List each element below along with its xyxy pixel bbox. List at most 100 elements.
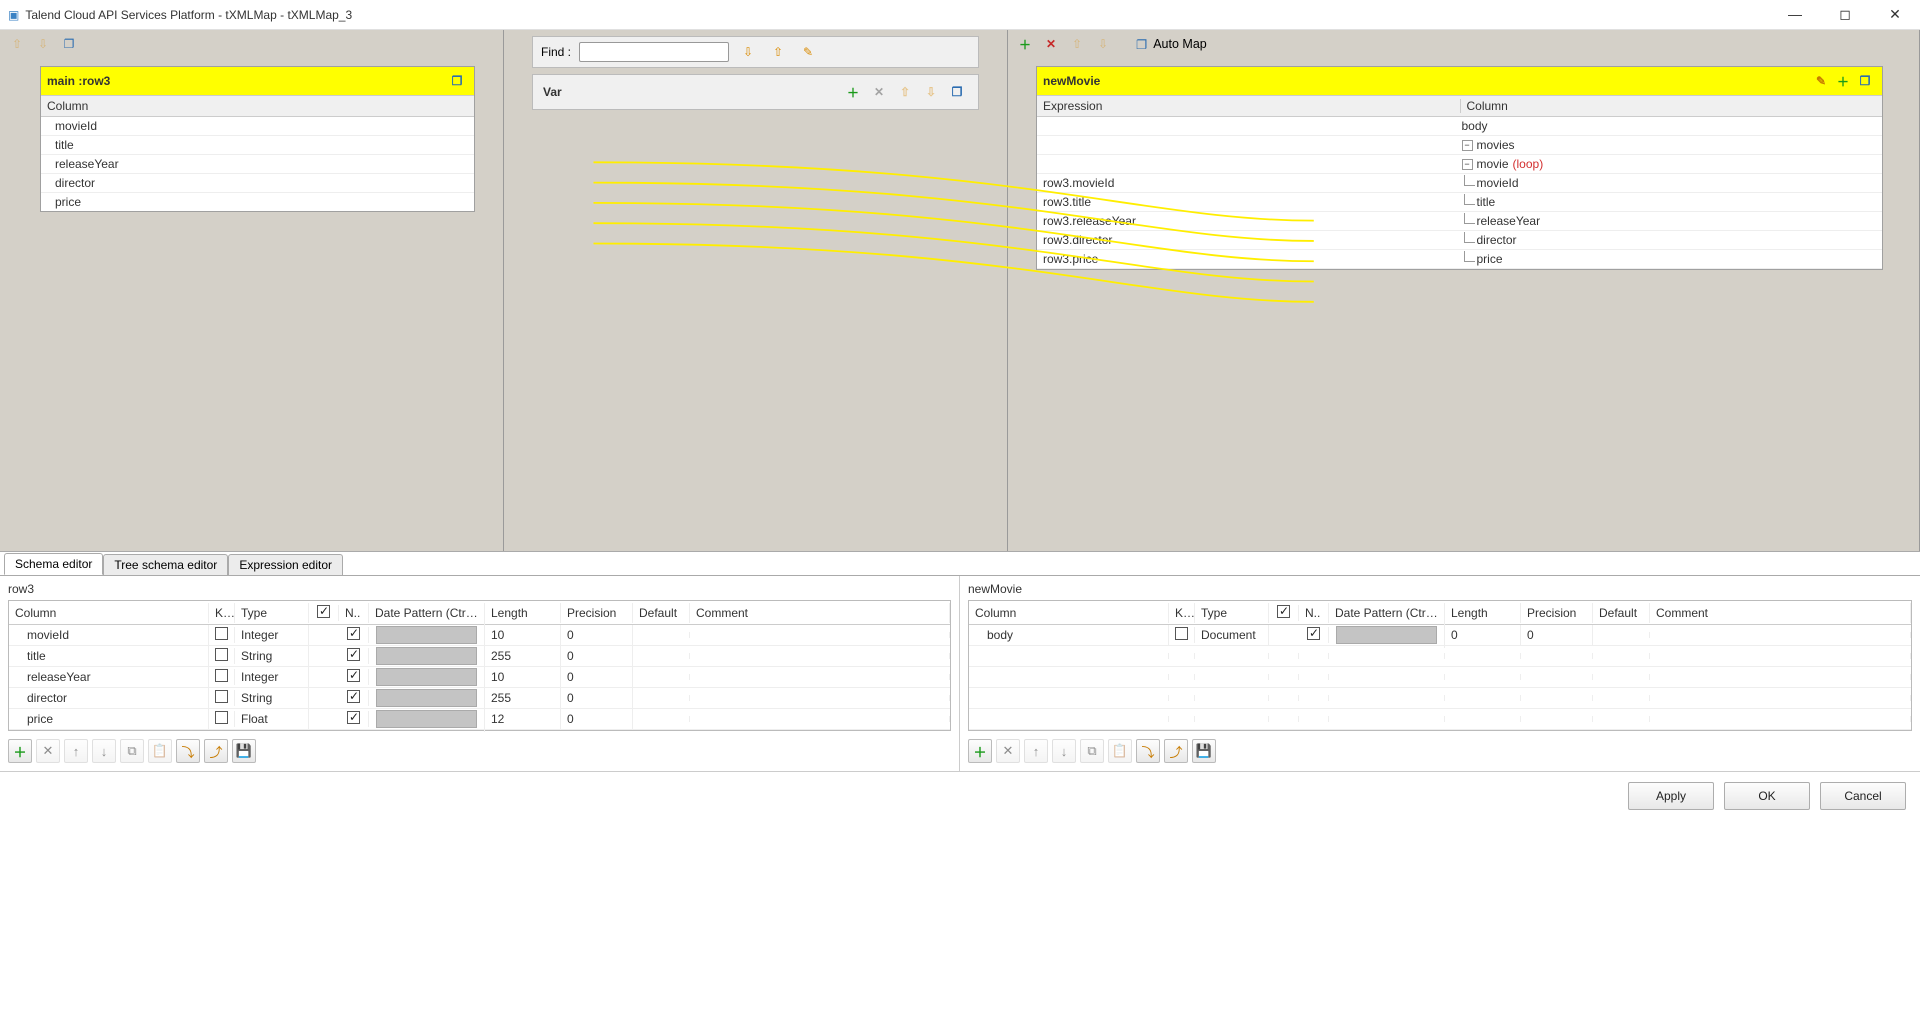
save-button[interactable]: 💾: [232, 739, 256, 763]
output-column[interactable]: movieId: [1460, 174, 1883, 192]
find-prev-icon[interactable]: ⇧: [767, 41, 789, 63]
export-button[interactable]: ⤴: [204, 739, 228, 763]
cell-type[interactable]: String: [235, 646, 309, 666]
col-header-comment[interactable]: Comment: [1650, 603, 1911, 623]
cell-length[interactable]: 10: [485, 667, 561, 687]
col-header-nullable[interactable]: N..: [1299, 603, 1329, 623]
save-button[interactable]: 💾: [1192, 739, 1216, 763]
col-header-type[interactable]: Type: [235, 603, 309, 623]
input-row[interactable]: director: [41, 174, 474, 193]
cell-default[interactable]: [633, 653, 690, 659]
col-header-default[interactable]: Default: [633, 603, 690, 623]
cell-n[interactable]: [339, 711, 369, 727]
cell-comment[interactable]: [690, 653, 950, 659]
restore-icon[interactable]: ❐: [946, 81, 968, 103]
move-down-button[interactable]: ↓: [1052, 739, 1076, 763]
arrow-down-icon[interactable]: ⇩: [920, 81, 942, 103]
cell-n[interactable]: [339, 690, 369, 706]
add-icon[interactable]: ＋: [842, 81, 864, 103]
cell-default[interactable]: [1593, 632, 1650, 638]
arrow-up-icon[interactable]: ⇧: [1066, 33, 1088, 55]
col-header-date[interactable]: Date Pattern (Ctrl+...: [369, 603, 485, 623]
output-expression[interactable]: [1037, 162, 1460, 166]
output-expression[interactable]: [1037, 124, 1460, 128]
cell-n[interactable]: [339, 669, 369, 685]
paste-button[interactable]: 📋: [1108, 739, 1132, 763]
wrench-icon[interactable]: ✎: [1810, 70, 1832, 92]
cell-column[interactable]: releaseYear: [9, 667, 209, 687]
cell-column[interactable]: body: [969, 625, 1169, 645]
col-header-type[interactable]: Type: [1195, 603, 1269, 623]
minimize-button[interactable]: —: [1778, 6, 1812, 23]
delete-button[interactable]: ✕: [996, 739, 1020, 763]
col-header-key[interactable]: K...: [209, 603, 235, 623]
cell-column[interactable]: director: [9, 688, 209, 708]
arrow-up-icon[interactable]: ⇧: [6, 33, 28, 55]
cell-precision[interactable]: 0: [1521, 625, 1593, 645]
restore-icon[interactable]: ❐: [446, 70, 468, 92]
cell-key[interactable]: [209, 690, 235, 706]
col-header-default[interactable]: Default: [1593, 603, 1650, 623]
cell-key[interactable]: [1169, 627, 1195, 643]
output-expression[interactable]: row3.price: [1037, 250, 1460, 268]
import-button[interactable]: ⤵: [176, 739, 200, 763]
move-up-button[interactable]: ↑: [1024, 739, 1048, 763]
highlight-icon[interactable]: ✎: [797, 41, 819, 63]
col-header-precision[interactable]: Precision: [561, 603, 633, 623]
move-up-button[interactable]: ↑: [64, 739, 88, 763]
output-row[interactable]: row3.directordirector: [1037, 231, 1882, 250]
copy-button[interactable]: ⧉: [1080, 739, 1104, 763]
col-header-nullable[interactable]: N..: [339, 603, 369, 623]
delete-icon[interactable]: ✕: [868, 81, 890, 103]
output-column[interactable]: director: [1460, 231, 1883, 249]
output-expression[interactable]: row3.movieId: [1037, 174, 1460, 192]
ok-button[interactable]: OK: [1724, 782, 1810, 810]
output-row[interactable]: row3.movieIdmovieId: [1037, 174, 1882, 193]
cell-precision[interactable]: 0: [561, 709, 633, 729]
cell-comment[interactable]: [690, 632, 950, 638]
cell-column[interactable]: movieId: [9, 625, 209, 645]
cell-precision[interactable]: 0: [561, 625, 633, 645]
restore-icon[interactable]: ❐: [1854, 70, 1876, 92]
export-button[interactable]: ⤴: [1164, 739, 1188, 763]
cell-key[interactable]: [209, 711, 235, 727]
output-expression[interactable]: row3.releaseYear: [1037, 212, 1460, 230]
col-header-column[interactable]: Column: [9, 603, 209, 623]
arrow-down-icon[interactable]: ⇩: [32, 33, 54, 55]
input-row[interactable]: movieId: [41, 117, 474, 136]
col-header-selectall[interactable]: [309, 605, 339, 621]
output-row[interactable]: row3.releaseYearreleaseYear: [1037, 212, 1882, 231]
output-expression[interactable]: [1037, 143, 1460, 147]
cell-n[interactable]: [339, 648, 369, 664]
find-input[interactable]: [579, 42, 729, 62]
cell-type[interactable]: Integer: [235, 667, 309, 687]
cancel-button[interactable]: Cancel: [1820, 782, 1906, 810]
cell-precision[interactable]: 0: [561, 688, 633, 708]
schema-row[interactable]: body Document 00: [969, 625, 1911, 646]
cell-type[interactable]: Float: [235, 709, 309, 729]
cell-n[interactable]: [339, 627, 369, 643]
col-header-length[interactable]: Length: [1445, 603, 1521, 623]
arrow-down-icon[interactable]: ⇩: [1092, 33, 1114, 55]
cell-date[interactable]: [1329, 622, 1445, 648]
output-expression[interactable]: row3.director: [1037, 231, 1460, 249]
find-next-icon[interactable]: ⇩: [737, 41, 759, 63]
apply-button[interactable]: Apply: [1628, 782, 1714, 810]
cell-length[interactable]: 0: [1445, 625, 1521, 645]
cell-precision[interactable]: 0: [561, 646, 633, 666]
col-header-length[interactable]: Length: [485, 603, 561, 623]
cell-default[interactable]: [633, 695, 690, 701]
add-button[interactable]: ＋: [968, 739, 992, 763]
cell-key[interactable]: [209, 648, 235, 664]
add-icon[interactable]: ＋: [1014, 33, 1036, 55]
output-column[interactable]: price: [1460, 250, 1883, 268]
cell-comment[interactable]: [690, 695, 950, 701]
cell-type[interactable]: Document: [1195, 625, 1269, 645]
input-row[interactable]: releaseYear: [41, 155, 474, 174]
import-button[interactable]: ⤵: [1136, 739, 1160, 763]
cell-n[interactable]: [1299, 627, 1329, 643]
cell-column[interactable]: title: [9, 646, 209, 666]
col-header-comment[interactable]: Comment: [690, 603, 950, 623]
cell-default[interactable]: [633, 674, 690, 680]
arrow-up-icon[interactable]: ⇧: [894, 81, 916, 103]
